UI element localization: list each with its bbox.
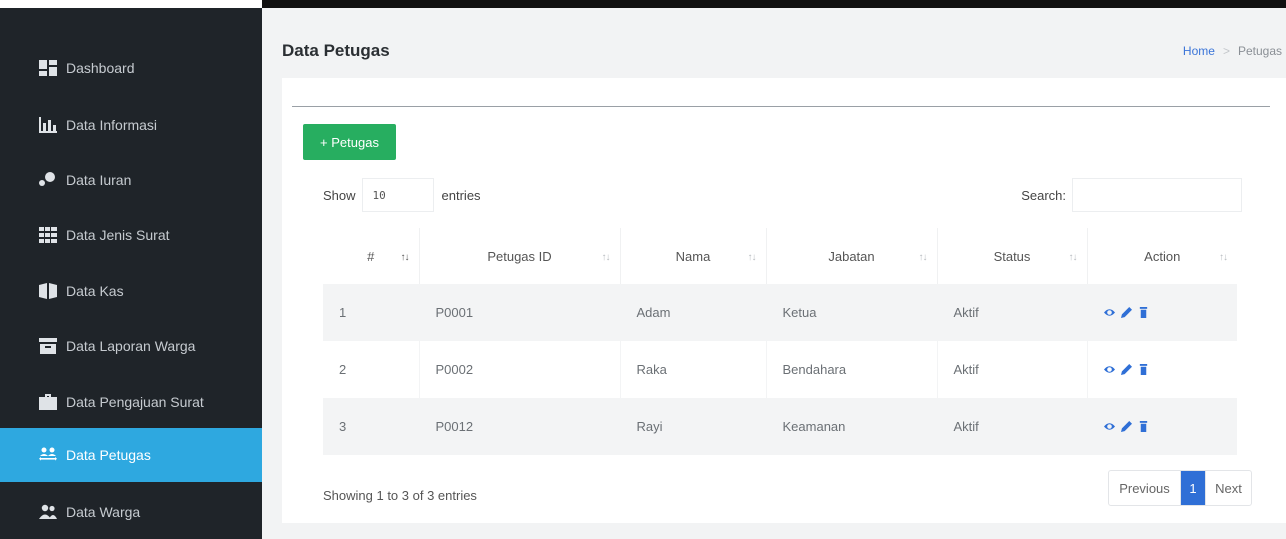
column-header-jabatan[interactable]: Jabatan ↑↓ — [765, 228, 937, 284]
entries-select[interactable]: 10 — [361, 178, 434, 212]
sidebar-top-gap — [0, 0, 262, 8]
sidebar-item-data-jenis-surat[interactable]: Data Jenis Surat — [0, 208, 262, 262]
pagination: Previous 1 Next — [1108, 470, 1252, 506]
column-header-action[interactable]: Action ↑↓ — [1086, 228, 1237, 284]
donate-icon — [38, 172, 58, 188]
view-icon[interactable] — [1103, 364, 1115, 375]
grid-icon — [38, 227, 58, 243]
cell-action — [1086, 341, 1237, 398]
sidebar-item-label: Data Kas — [66, 283, 124, 299]
users-icon — [38, 504, 58, 520]
cell-number: 2 — [323, 341, 419, 398]
table-info: Showing 1 to 3 of 3 entries — [323, 488, 477, 503]
delete-icon[interactable] — [1138, 364, 1149, 375]
column-header-status[interactable]: Status ↑↓ — [936, 228, 1087, 284]
edit-icon[interactable] — [1120, 421, 1132, 432]
sort-icon: ↑↓ — [400, 252, 410, 263]
sidebar-item-label: Data Laporan Warga — [66, 338, 196, 354]
add-petugas-button[interactable]: + Petugas — [303, 124, 396, 160]
sort-icon: ↑↓ — [918, 252, 928, 263]
cell-status: Aktif — [936, 341, 1087, 398]
top-bar — [262, 0, 1286, 8]
sort-icon: ↑↓ — [1219, 252, 1228, 263]
dashboard-icon — [38, 60, 58, 76]
cell-status: Aktif — [936, 398, 1087, 455]
page-title: Data Petugas — [282, 41, 390, 60]
sidebar: Dashboard Data Informasi Data Iuran Data… — [0, 0, 262, 539]
sidebar-item-label: Data Iuran — [66, 172, 132, 188]
page-1-button[interactable]: 1 — [1181, 471, 1205, 505]
entries-label: entries — [441, 187, 481, 203]
search-control: Search: — [1021, 178, 1242, 212]
sidebar-item-data-laporan-warga[interactable]: Data Laporan Warga — [0, 319, 262, 373]
sidebar-item-data-informasi[interactable]: Data Informasi — [0, 98, 262, 152]
people-arrows-icon — [38, 447, 58, 463]
edit-icon[interactable] — [1120, 307, 1132, 318]
column-header-petugas-id[interactable]: Petugas ID ↑↓ — [418, 228, 620, 284]
bar-chart-icon — [38, 117, 58, 133]
sidebar-item-label: Dashboard — [66, 60, 135, 76]
sidebar-item-data-petugas[interactable]: Data Petugas — [0, 428, 262, 482]
petugas-table: # ↑↓ Petugas ID ↑↓ Nama ↑↓ Jabatan ↑↓ Status… — [323, 228, 1237, 455]
cell-nama: Adam — [619, 284, 766, 341]
view-icon[interactable] — [1103, 307, 1115, 318]
sort-icon: ↑↓ — [1068, 252, 1078, 263]
cell-jabatan: Ketua — [765, 284, 937, 341]
entries-control: Show 10 entries — [323, 178, 481, 212]
sidebar-item-data-pengajuan-surat[interactable]: Data Pengajuan Surat — [0, 375, 262, 429]
cell-petugas-id: P0001 — [418, 284, 620, 341]
breadcrumb-separator: > — [1222, 44, 1230, 58]
breadcrumb-current: Petugas — [1237, 44, 1282, 58]
cell-jabatan: Bendahara — [765, 341, 937, 398]
main-content: Data Petugas Home > Petugas + Petugas Sh… — [262, 8, 1286, 539]
edit-icon[interactable] — [1120, 364, 1132, 375]
card-divider — [292, 106, 1270, 107]
sidebar-item-data-warga[interactable]: Data Warga — [0, 485, 262, 539]
show-label: Show — [323, 187, 356, 203]
previous-page-button[interactable]: Previous — [1109, 471, 1181, 505]
sidebar-item-dashboard[interactable]: Dashboard — [0, 41, 262, 95]
briefcase-icon — [38, 394, 58, 410]
cell-status: Aktif — [936, 284, 1087, 341]
cell-nama: Raka — [619, 341, 766, 398]
view-icon[interactable] — [1103, 421, 1115, 432]
sidebar-item-data-iuran[interactable]: Data Iuran — [0, 153, 262, 207]
sidebar-item-label: Data Informasi — [66, 117, 158, 133]
breadcrumb: Home > Petugas — [1183, 44, 1282, 58]
sort-icon: ↑↓ — [747, 252, 757, 263]
column-header-nama[interactable]: Nama ↑↓ — [619, 228, 766, 284]
archive-icon — [38, 338, 58, 354]
cell-number: 3 — [323, 398, 419, 455]
breadcrumb-home-link[interactable]: Home — [1183, 44, 1215, 58]
table-header-row: # ↑↓ Petugas ID ↑↓ Nama ↑↓ Jabatan ↑↓ Status… — [323, 228, 1237, 284]
column-header-number[interactable]: # ↑↓ — [323, 228, 419, 284]
data-card: + Petugas Show 10 entries Search: # ↑↓ Pe… — [282, 78, 1286, 523]
table-row: 3 P0012 Rayi Keamanan Aktif — [323, 398, 1237, 455]
search-input[interactable] — [1072, 178, 1242, 212]
cell-number: 1 — [323, 284, 419, 341]
sort-icon: ↑↓ — [601, 252, 611, 263]
cell-action — [1086, 284, 1237, 341]
table-row: 2 P0002 Raka Bendahara Aktif — [323, 341, 1237, 398]
delete-icon[interactable] — [1138, 421, 1149, 432]
cell-action — [1086, 398, 1237, 455]
cell-petugas-id: P0012 — [418, 398, 620, 455]
next-page-button[interactable]: Next — [1205, 471, 1251, 505]
cell-nama: Rayi — [619, 398, 766, 455]
sidebar-item-label: Data Jenis Surat — [66, 227, 170, 243]
sidebar-item-label: Data Pengajuan Surat — [66, 394, 204, 410]
table-row: 1 P0001 Adam Ketua Aktif — [323, 284, 1237, 341]
sidebar-item-label: Data Warga — [66, 504, 141, 520]
search-label: Search: — [1021, 187, 1066, 203]
sidebar-item-data-kas[interactable]: Data Kas — [0, 264, 262, 318]
sidebar-item-label: Data Petugas — [66, 447, 151, 463]
delete-icon[interactable] — [1138, 307, 1149, 318]
cell-jabatan: Keamanan — [765, 398, 937, 455]
cell-petugas-id: P0002 — [418, 341, 620, 398]
book-icon — [38, 283, 58, 299]
